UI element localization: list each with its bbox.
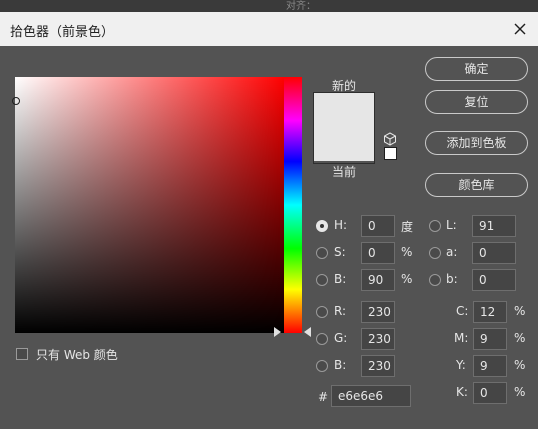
hue-label: H: [334, 218, 348, 232]
black-input[interactable]: 0 [473, 382, 507, 404]
current-color-label: 当前 [332, 165, 357, 179]
radio-lab-b[interactable] [429, 274, 441, 286]
yellow-unit: % [514, 358, 526, 372]
background-strip: 对齐： [0, 0, 538, 12]
lab-l-input[interactable]: 91 [472, 215, 516, 237]
cyan-label: C: [456, 304, 469, 318]
radio-hue[interactable] [316, 220, 328, 232]
green-label: G: [334, 331, 348, 345]
cyan-unit: % [514, 304, 526, 318]
yellow-label: Y: [456, 358, 466, 372]
radio-blue[interactable] [316, 360, 328, 372]
window-title: 拾色器（前景色） [10, 25, 115, 40]
current-color-swatch[interactable] [314, 121, 374, 161]
hex-label: # [318, 390, 329, 404]
reset-button[interactable]: 复位 [425, 90, 528, 114]
color-libraries-button[interactable]: 颜色库 [425, 173, 528, 197]
magenta-label: M: [454, 331, 469, 345]
yellow-input[interactable]: 9 [473, 355, 507, 377]
ok-button[interactable]: 确定 [425, 57, 528, 81]
radio-saturation[interactable] [316, 247, 328, 259]
green-input[interactable]: 230 [361, 328, 395, 350]
cyan-input[interactable]: 12 [473, 301, 507, 323]
blue-label: B: [334, 358, 347, 372]
blue-input[interactable]: 230 [361, 355, 395, 377]
saturation-label: S: [334, 245, 346, 259]
color-field-marker[interactable] [12, 97, 20, 105]
radio-lab-a[interactable] [429, 247, 441, 259]
hue-input[interactable]: 0 [361, 215, 395, 237]
lab-l-label: L: [446, 218, 457, 232]
radio-green[interactable] [316, 333, 328, 345]
red-label: R: [334, 304, 347, 318]
magenta-input[interactable]: 9 [473, 328, 507, 350]
lab-a-input[interactable]: 0 [472, 242, 516, 264]
brightness-unit: % [401, 272, 413, 286]
lab-b-input[interactable]: 0 [472, 269, 516, 291]
brightness-label: B: [334, 272, 347, 286]
lab-a-label: a: [446, 245, 458, 259]
saturation-input[interactable]: 0 [361, 242, 395, 264]
brightness-input[interactable]: 90 [361, 269, 395, 291]
hue-unit: 度 [401, 220, 414, 234]
black-unit: % [514, 385, 526, 399]
web-colors-only-checkbox[interactable] [16, 348, 28, 360]
color-field[interactable] [15, 77, 285, 333]
saturation-unit: % [401, 245, 413, 259]
add-to-swatches-button[interactable]: 添加到色板 [425, 131, 528, 155]
hex-input[interactable]: e6e6e6 [331, 385, 411, 407]
lab-b-label: b: [446, 272, 458, 286]
websafe-swatch[interactable] [384, 147, 397, 160]
radio-brightness[interactable] [316, 274, 328, 286]
close-icon[interactable] [510, 19, 530, 39]
title-bar: 拾色器（前景色） [0, 12, 538, 47]
magenta-unit: % [514, 331, 526, 345]
hue-slider-left-arrow[interactable] [274, 327, 281, 337]
radio-lab-l[interactable] [429, 220, 441, 232]
web-colors-only-label: 只有 Web 颜色 [36, 348, 118, 362]
hue-slider-right-arrow[interactable] [304, 327, 311, 337]
background-hint-text: 对齐： [286, 1, 316, 12]
black-label: K: [456, 385, 468, 399]
red-input[interactable]: 230 [361, 301, 395, 323]
cube-icon[interactable] [383, 132, 397, 146]
hue-slider[interactable] [284, 77, 302, 333]
radio-red[interactable] [316, 306, 328, 318]
